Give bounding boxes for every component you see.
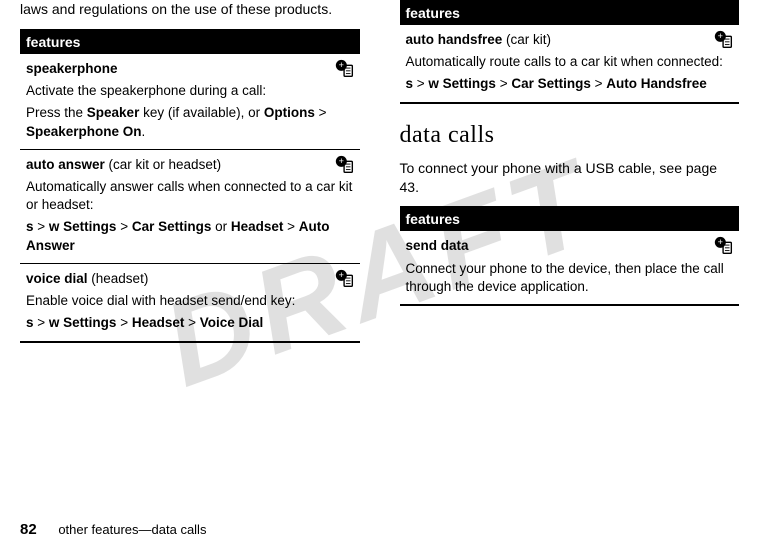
sim-icon: + — [334, 268, 356, 295]
feature-title: send data — [406, 238, 469, 253]
feature-title: voice dial — [26, 271, 88, 286]
table-header: features — [20, 31, 360, 53]
features-table-right-2: features + send data Connect your phone … — [400, 206, 740, 306]
left-column: laws and regulations on the use of these… — [20, 0, 360, 510]
feature-desc: Automatically route calls to a car kit w… — [406, 53, 734, 71]
nav-key-icon: s — [26, 219, 34, 234]
feature-desc: Automatically answer calls when connecte… — [26, 178, 354, 214]
feature-path: s > w Settings > Headset > Voice Dial — [26, 314, 354, 332]
settings-icon: w — [428, 76, 439, 91]
feature-row-send-data: + send data Connect your phone to the de… — [400, 230, 740, 304]
feature-title: auto handsfree — [406, 32, 503, 47]
table-header: features — [400, 208, 740, 230]
features-table-left: features + speakerphone Activate the spe… — [20, 29, 360, 343]
sim-icon: + — [713, 235, 735, 262]
feature-row-auto-answer: + auto answer (car kit or headset) Autom… — [20, 149, 360, 263]
svg-text:+: + — [338, 270, 343, 280]
svg-text:+: + — [338, 60, 343, 70]
page-footer: 82 other features—data calls — [20, 521, 206, 538]
section-heading-data-calls: data calls — [400, 122, 740, 149]
feature-path: Press the Speaker key (if available), or… — [26, 104, 354, 140]
feature-subtitle: (car kit or headset) — [105, 157, 221, 172]
footer-text: other features—data calls — [58, 522, 206, 537]
sim-icon: + — [713, 29, 735, 56]
feature-desc: Enable voice dial with headset send/end … — [26, 292, 354, 310]
feature-title: speakerphone — [26, 61, 118, 76]
nav-key-icon: s — [26, 315, 34, 330]
features-table-right-1: features + auto handsfree (car kit) Auto… — [400, 0, 740, 104]
feature-subtitle: (car kit) — [502, 32, 551, 47]
feature-row-speakerphone: + speakerphone Activate the speakerphone… — [20, 53, 360, 149]
page-content: laws and regulations on the use of these… — [0, 0, 759, 510]
section-intro: To connect your phone with a USB cable, … — [400, 159, 740, 197]
feature-desc: Activate the speakerphone during a call: — [26, 82, 354, 100]
svg-text:+: + — [718, 31, 723, 41]
settings-icon: w — [49, 219, 60, 234]
svg-text:+: + — [718, 238, 723, 248]
svg-text:+: + — [338, 156, 343, 166]
feature-desc: Connect your phone to the device, then p… — [406, 260, 734, 296]
nav-key-icon: s — [406, 76, 414, 91]
page-number: 82 — [20, 521, 37, 538]
feature-path: s > w Settings > Car Settings > Auto Han… — [406, 75, 734, 93]
feature-path: s > w Settings > Car Settings or Headset… — [26, 218, 354, 254]
feature-subtitle: (headset) — [88, 271, 149, 286]
settings-icon: w — [49, 315, 60, 330]
table-header: features — [400, 2, 740, 24]
sim-icon: + — [334, 154, 356, 181]
intro-text: laws and regulations on the use of these… — [20, 0, 360, 19]
feature-title: auto answer — [26, 157, 105, 172]
sim-icon: + — [334, 58, 356, 85]
feature-row-voice-dial: + voice dial (headset) Enable voice dial… — [20, 263, 360, 341]
right-column: features + auto handsfree (car kit) Auto… — [400, 0, 740, 510]
feature-row-auto-handsfree: + auto handsfree (car kit) Automatically… — [400, 24, 740, 102]
